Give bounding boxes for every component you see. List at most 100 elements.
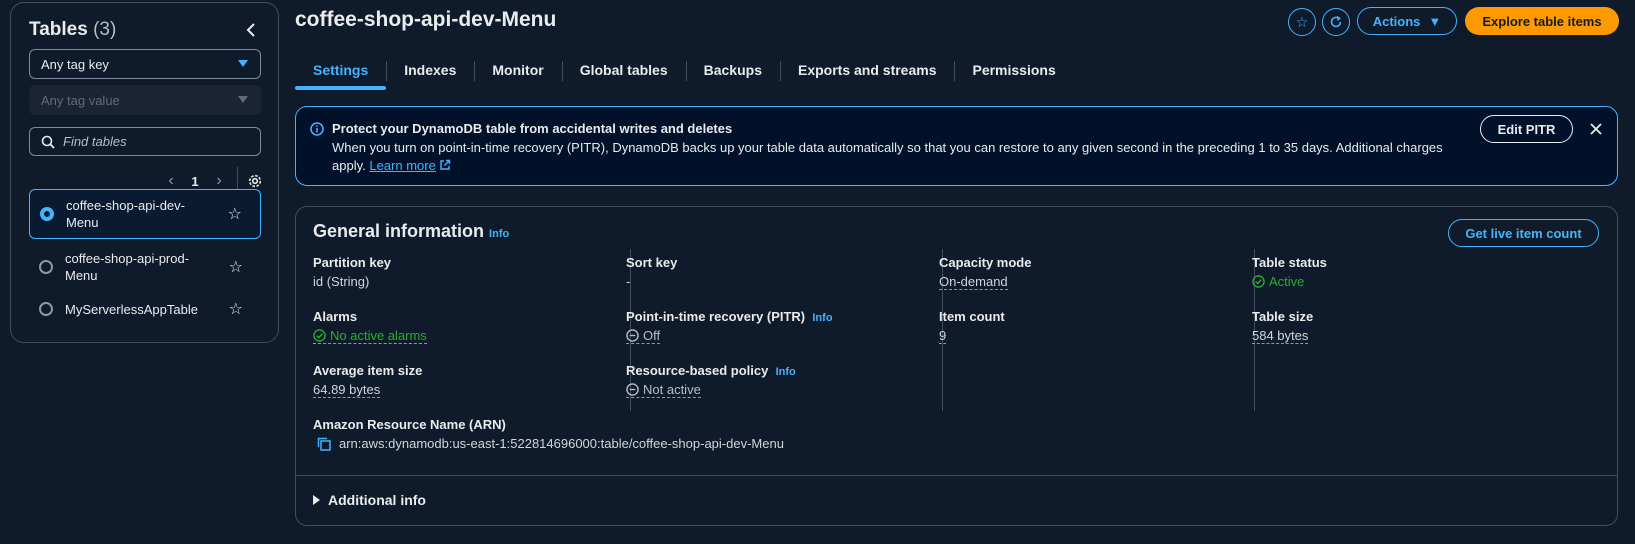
learn-more-link[interactable]: Learn more (369, 158, 435, 173)
search-icon (41, 135, 55, 149)
chevron-down-icon (238, 60, 248, 67)
field-label: Table size (1252, 309, 1314, 324)
explore-label: Explore table items (1482, 13, 1602, 29)
gear-icon[interactable] (246, 172, 264, 190)
tag-value-value: Any tag value (41, 92, 120, 108)
radio-selected[interactable] (40, 207, 54, 221)
tag-key-select[interactable]: Any tag key (29, 49, 261, 79)
star-icon[interactable]: ☆ (229, 299, 243, 319)
minus-circle-icon (626, 383, 639, 396)
alert-body-text: When you turn on point-in-time recovery … (332, 140, 1443, 173)
field-label: Resource-based policy Info (626, 363, 796, 378)
table-status-value: Active (1269, 274, 1305, 289)
additional-info-expander[interactable]: Additional info (313, 492, 426, 508)
live-count-label: Get live item count (1465, 225, 1582, 241)
alarms-field: Alarms No active alarms (313, 309, 427, 345)
table-list-item[interactable]: coffee-shop-api-dev-Menu ☆ (29, 189, 261, 239)
learn-more-text: Learn more (369, 158, 436, 173)
actions-button[interactable]: Actions ▼ (1357, 7, 1457, 35)
info-link[interactable]: Info (776, 366, 796, 378)
partition-key-field: Partition key id (String) (313, 255, 391, 289)
page-title: coffee-shop-api-dev-Menu (295, 8, 557, 31)
capacity-mode-value[interactable]: On-demand (939, 274, 1008, 290)
tab-backups[interactable]: Backups (685, 56, 780, 86)
item-count-value[interactable]: 9 (939, 328, 947, 344)
current-page[interactable]: 1 (183, 174, 207, 189)
additional-info-label: Additional info (328, 492, 426, 508)
edit-pitr-button[interactable]: Edit PITR (1480, 115, 1573, 143)
arn-value: arn:aws:dynamodb:us-east-1:522814696000:… (339, 436, 784, 451)
caret-right-icon (313, 495, 320, 505)
policy-value: Not active (643, 382, 701, 397)
tab-permissions[interactable]: Permissions (954, 56, 1073, 86)
alarms-value: No active alarms (330, 328, 427, 343)
refresh-button[interactable] (1322, 8, 1350, 36)
partition-key-value: id (String) (313, 274, 370, 289)
policy-value-wrap[interactable]: Not active (626, 382, 701, 398)
resource-policy-field: Resource-based policy Info Not active (626, 363, 796, 399)
star-icon: ☆ (1295, 13, 1309, 30)
table-size-field: Table size 584 bytes (1252, 309, 1313, 344)
prev-page-icon[interactable]: ‹ (159, 172, 183, 190)
field-label: Capacity mode (939, 255, 1032, 270)
table-name: MyServerlessAppTable (65, 301, 198, 317)
tab-global-tables[interactable]: Global tables (561, 56, 686, 86)
sort-key-field: Sort key - (626, 255, 677, 289)
alarms-value-wrap[interactable]: No active alarms (313, 328, 427, 344)
info-link[interactable]: Info (489, 228, 509, 240)
card-divider (296, 475, 1617, 476)
radio-unselected[interactable] (39, 260, 53, 274)
table-list-item[interactable]: coffee-shop-api-prod-Menu ☆ (29, 245, 261, 289)
radio-unselected[interactable] (39, 302, 53, 316)
alert-body: When you turn on point-in-time recovery … (332, 139, 1452, 175)
field-label: Average item size (313, 363, 423, 378)
table-size-value[interactable]: 584 bytes (1252, 328, 1309, 344)
tab-indexes[interactable]: Indexes (386, 56, 474, 86)
capacity-mode-field: Capacity mode On-demand (939, 255, 1031, 290)
tag-value-select: Any tag value (29, 85, 261, 115)
sidebar-title: Tables (3) (29, 19, 116, 41)
edit-pitr-label: Edit PITR (1497, 121, 1556, 137)
average-item-size-field: Average item size 64.89 bytes (313, 363, 422, 398)
check-circle-icon (313, 329, 326, 342)
favorite-star-button[interactable]: ☆ (1288, 8, 1316, 36)
external-link-icon (440, 159, 451, 170)
field-label: Table status (1252, 255, 1327, 270)
pitr-label: Point-in-time recovery (PITR) (626, 309, 806, 324)
field-label: Partition key (313, 255, 392, 270)
tab-settings[interactable]: Settings (295, 56, 387, 90)
tab-bar: Settings Indexes Monitor Global tables B… (295, 56, 1074, 90)
close-icon[interactable] (1590, 119, 1602, 140)
pitr-value-wrap[interactable]: Off (626, 328, 661, 344)
minus-circle-icon (626, 329, 639, 342)
table-list-item[interactable]: MyServerlessAppTable ☆ (29, 295, 261, 323)
avg-size-value[interactable]: 64.89 bytes (313, 382, 381, 398)
field-label: Alarms (313, 309, 358, 324)
next-page-icon[interactable]: › (207, 172, 231, 190)
star-icon[interactable]: ☆ (229, 257, 243, 277)
tag-key-value: Any tag key (41, 56, 109, 72)
field-label: Item count (939, 309, 1005, 324)
get-live-item-count-button[interactable]: Get live item count (1448, 219, 1599, 247)
copy-icon[interactable] (317, 437, 331, 451)
tab-monitor[interactable]: Monitor (474, 56, 561, 86)
policy-label: Resource-based policy (626, 363, 769, 378)
pitr-alert: Protect your DynamoDB table from acciden… (295, 106, 1618, 186)
search-placeholder: Find tables (63, 134, 127, 149)
star-icon[interactable]: ☆ (228, 204, 242, 224)
table-status-field: Table status Active (1252, 255, 1327, 289)
table-name: coffee-shop-api-prod-Menu (65, 251, 190, 283)
info-link[interactable]: Info (812, 312, 832, 324)
sidebar-title-text: Tables (29, 19, 88, 40)
item-count-field: Item count 9 (939, 309, 1005, 344)
collapse-sidebar-icon[interactable] (241, 20, 261, 40)
arn-field: Amazon Resource Name (ARN) arn:aws:dynam… (313, 417, 784, 451)
refresh-icon (1330, 15, 1342, 28)
tables-sidebar: Tables (3) Any tag key Any tag value Fin… (10, 2, 279, 343)
caret-down-icon: ▼ (1428, 13, 1442, 29)
explore-table-items-button[interactable]: Explore table items (1465, 7, 1619, 35)
find-tables-input[interactable]: Find tables (29, 127, 261, 156)
check-circle-icon (1252, 275, 1265, 288)
table-name: coffee-shop-api-dev-Menu (66, 198, 185, 230)
tab-exports-streams[interactable]: Exports and streams (779, 56, 955, 86)
